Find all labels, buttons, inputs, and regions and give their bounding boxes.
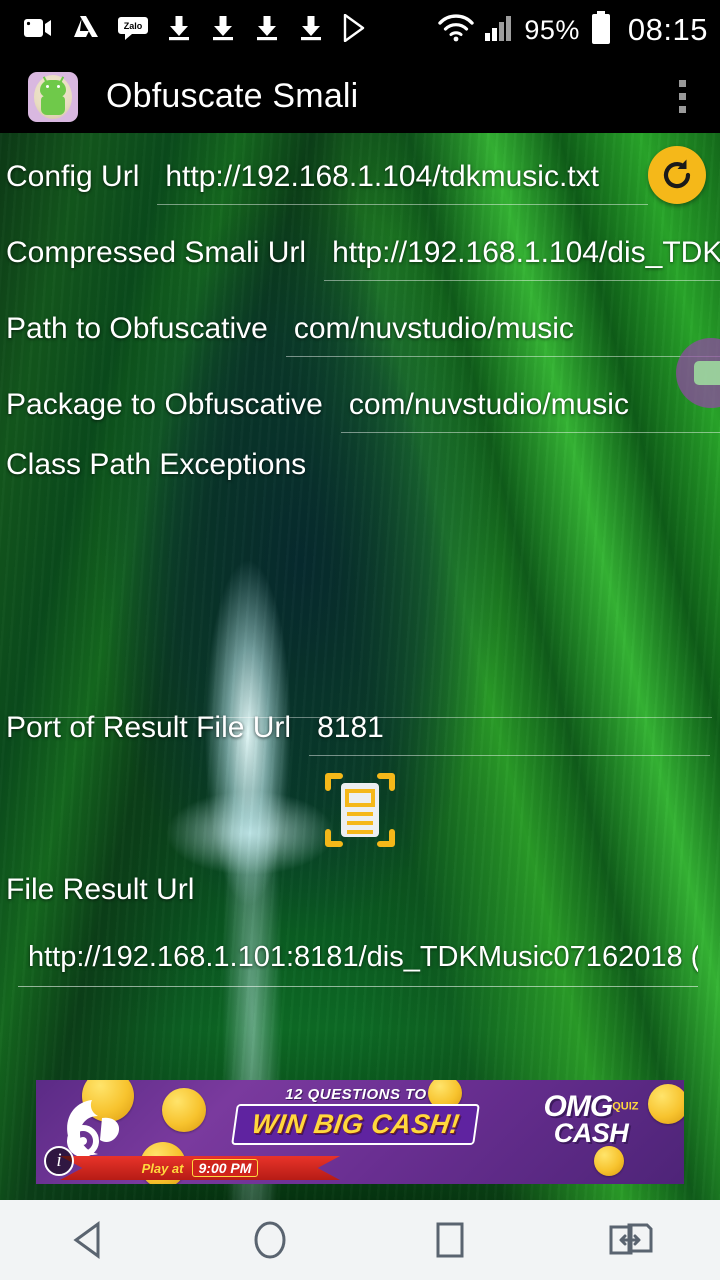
label-compressed-smali-url: Compressed Smali Url — [6, 236, 307, 269]
value-port-of-result-file-url: 8181 — [317, 711, 384, 744]
download-icon — [254, 15, 280, 46]
refresh-icon[interactable] — [648, 146, 706, 204]
input-compressed-smali-url[interactable]: http://192.168.1.104/dis_TDK — [324, 236, 720, 281]
input-package-to-obfuscative[interactable]: com/nuvstudio/music — [340, 388, 720, 433]
input-config-url[interactable]: http://192.168.1.104/tdkmusic.txt — [157, 160, 648, 205]
wifi-icon — [438, 13, 475, 47]
label-file-result-url: File Result Url — [6, 873, 195, 906]
google-drive-icon — [72, 15, 100, 46]
status-bar: Zalo 95% 08:15 — [0, 0, 720, 60]
app-bar: Obfuscate Smali — [0, 60, 720, 133]
cellular-signal-icon — [484, 14, 514, 47]
value-compressed-smali-url: http://192.168.1.104/dis_TDK — [332, 236, 720, 269]
home-nav-icon[interactable] — [215, 1200, 325, 1280]
value-config-url: http://192.168.1.104/tdkmusic.txt — [165, 160, 599, 193]
result-url-block: File Result Url http://192.168.1.101:818… — [0, 873, 720, 987]
video-camera-icon — [24, 16, 54, 45]
page-title: Obfuscate Smali — [106, 77, 359, 115]
value-path-to-obfuscative: com/nuvstudio/music — [293, 312, 574, 345]
app-logo-icon — [28, 71, 78, 122]
value-package-to-obfuscative: com/nuvstudio/music — [348, 388, 629, 421]
download-icon — [298, 15, 324, 46]
svg-text:Zalo: Zalo — [124, 21, 143, 31]
overflow-menu-icon[interactable] — [658, 67, 706, 127]
download-icon — [210, 15, 236, 46]
label-package-to-obfuscative: Package to Obfuscative — [6, 388, 323, 421]
obfuscation-form: Config Url http://192.168.1.104/tdkmusic… — [0, 133, 720, 1200]
value-file-result-url: http://192.168.1.101:8181/dis_TDKMusic07… — [28, 941, 698, 973]
ad-line1: 12 QUESTIONS TO — [285, 1086, 427, 1103]
input-port-of-result-file-url[interactable]: 8181 — [309, 711, 710, 756]
navigation-bar — [0, 1200, 720, 1280]
zalo-icon: Zalo — [118, 15, 148, 46]
download-icon — [166, 15, 192, 46]
ad-logo-cash: CASH — [553, 1118, 629, 1148]
label-config-url: Config Url — [6, 160, 140, 193]
input-file-result-url[interactable]: http://192.168.1.101:8181/dis_TDKMusic07… — [18, 941, 698, 987]
play-store-icon — [342, 13, 368, 47]
field-row-compressed-smali-url: Compressed Smali Url http://192.168.1.10… — [0, 236, 720, 281]
document-scan-icon[interactable] — [318, 768, 402, 852]
ad-line2: WIN BIG CASH! — [231, 1104, 481, 1145]
field-row-class-path-exceptions: Class Path Exceptions — [0, 448, 720, 718]
ad-logo-quiz: QUIZ — [612, 1100, 639, 1113]
status-bar-system-icons: 95% 08:15 — [438, 10, 708, 50]
input-class-path-exceptions[interactable] — [8, 482, 712, 718]
ad-info-icon[interactable]: i — [44, 1146, 74, 1176]
input-path-to-obfuscative[interactable]: com/nuvstudio/music — [285, 312, 720, 357]
field-row-config-url: Config Url http://192.168.1.104/tdkmusic… — [0, 160, 720, 205]
field-row-path-to-obfuscative: Path to Obfuscative com/nuvstudio/music — [0, 312, 720, 357]
status-bar-clock: 08:15 — [627, 12, 708, 47]
status-bar-notification-icons: Zalo — [24, 13, 438, 47]
main-content: Config Url http://192.168.1.104/tdkmusic… — [0, 133, 720, 1200]
app-switch-nav-icon[interactable] — [575, 1200, 685, 1280]
field-row-package-to-obfuscative: Package to Obfuscative com/nuvstudio/mus… — [0, 388, 720, 433]
label-class-path-exceptions: Class Path Exceptions — [6, 448, 307, 481]
recents-nav-icon[interactable] — [395, 1200, 505, 1280]
ad-time-label: 9:00 PM — [191, 1159, 259, 1177]
ad-logo: OMGQUIZ CASH — [516, 1092, 666, 1172]
ad-ribbon: Play at 9:00 PM — [60, 1156, 340, 1180]
label-port-of-result-file-url: Port of Result File Url — [6, 711, 292, 744]
battery-percent-label: 95% — [524, 14, 580, 45]
field-row-port-of-result-file-url: Port of Result File Url 8181 — [0, 711, 720, 756]
ad-play-at-label: Play at — [141, 1160, 184, 1176]
label-path-to-obfuscative: Path to Obfuscative — [6, 312, 268, 345]
battery-icon — [590, 10, 612, 50]
back-nav-icon[interactable] — [35, 1200, 145, 1280]
ad-banner[interactable]: 12 QUESTIONS TO WIN BIG CASH! Play at 9:… — [36, 1080, 684, 1184]
